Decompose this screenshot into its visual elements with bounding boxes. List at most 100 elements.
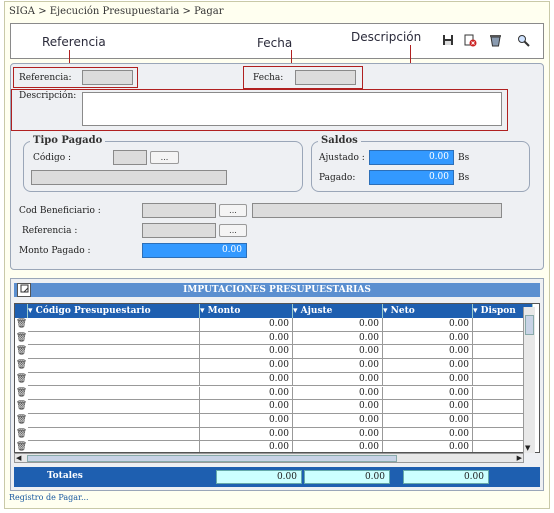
scroll-right-icon[interactable]: ▶: [517, 454, 522, 462]
grid-cell[interactable]: 0.00: [293, 427, 383, 442]
trash-icon[interactable]: 🗑: [15, 359, 28, 373]
scroll-left-icon[interactable]: ◀: [16, 454, 21, 462]
monto-pagado-label: Monto Pagado :: [19, 246, 91, 256]
pagado-value: 0.00: [369, 170, 454, 185]
codigo-lookup-button[interactable]: ...: [150, 151, 179, 164]
grid-column-label: Neto: [390, 306, 415, 316]
grid-cell[interactable]: 0.00: [293, 318, 383, 332]
grid-cell[interactable]: 0.00: [383, 345, 473, 360]
trash-icon[interactable]: 🗑: [15, 400, 28, 414]
ajustado-unit: Bs: [458, 153, 470, 163]
grid-cell[interactable]: [28, 427, 200, 442]
descripcion-textarea[interactable]: [82, 92, 502, 126]
trash-icon[interactable]: 🗑: [15, 331, 28, 346]
grid-column-label: Código Presupuestario: [35, 306, 151, 316]
trash-icon[interactable]: 🗑: [15, 318, 28, 332]
grid-cell[interactable]: 0.00: [383, 372, 473, 387]
trash-icon[interactable]: 🗑: [15, 441, 28, 452]
grid-cell[interactable]: 0.00: [200, 386, 293, 401]
scroll-down-icon[interactable]: ▼: [525, 444, 530, 452]
trash-icon[interactable]: 🗑: [15, 413, 28, 428]
trash-icon[interactable]: 🗑: [15, 386, 28, 401]
grid-cell[interactable]: 0.00: [293, 359, 383, 373]
grid-cell[interactable]: 0.00: [200, 372, 293, 387]
grid-cell[interactable]: [28, 318, 200, 332]
grid-cell[interactable]: 0.00: [200, 413, 293, 428]
grid-cell[interactable]: 0.00: [383, 318, 473, 332]
grid-cell[interactable]: 0.00: [293, 331, 383, 346]
grid-cell[interactable]: [28, 345, 200, 360]
grid-cell[interactable]: 0.00: [383, 441, 473, 452]
clear-icon[interactable]: [488, 34, 502, 48]
grid-column-header[interactable]: ▾ Monto: [200, 304, 293, 318]
grid-cell[interactable]: 0.00: [293, 441, 383, 452]
fecha-input[interactable]: [295, 70, 356, 85]
grid-cell[interactable]: 0.00: [200, 318, 293, 332]
grid-cell[interactable]: 0.00: [200, 441, 293, 452]
grid-cell[interactable]: [28, 359, 200, 373]
grid-menu-icon[interactable]: [17, 283, 31, 297]
annotation-descripcion: Descripción: [351, 30, 422, 44]
save-icon[interactable]: [441, 34, 455, 48]
codigo-input[interactable]: [113, 150, 147, 165]
grid-cell[interactable]: [28, 331, 200, 346]
grid-cell[interactable]: 0.00: [383, 359, 473, 373]
grid-column-header[interactable]: ▾ Neto: [383, 304, 473, 318]
grid-cell[interactable]: 0.00: [293, 413, 383, 428]
pagado-label: Pagado:: [319, 173, 356, 183]
ajustado-value: 0.00: [369, 150, 454, 165]
fecha-label: Fecha:: [253, 73, 284, 83]
grid-cell[interactable]: [28, 386, 200, 401]
vertical-scrollbar[interactable]: ▼: [523, 307, 535, 453]
grid-cell[interactable]: 0.00: [383, 413, 473, 428]
codigo-description-field: [31, 170, 227, 185]
cod-beneficiario-input[interactable]: [142, 203, 216, 218]
trash-icon[interactable]: 🗑: [15, 427, 28, 442]
grid-cell[interactable]: [28, 372, 200, 387]
ajustado-label: Ajustado :: [319, 153, 365, 163]
grid-cell[interactable]: 0.00: [200, 359, 293, 373]
grid-cell[interactable]: 0.00: [383, 386, 473, 401]
referencia2-input[interactable]: [142, 223, 216, 238]
delete-icon[interactable]: [463, 34, 477, 48]
horizontal-scroll-thumb[interactable]: [27, 455, 397, 462]
descripcion-label: Descripción:: [19, 91, 77, 101]
grid-cell[interactable]: 0.00: [200, 345, 293, 360]
grid-cell[interactable]: 0.00: [200, 427, 293, 442]
grid-cell[interactable]: 0.00: [293, 372, 383, 387]
beneficiario-lookup-button[interactable]: ...: [219, 204, 247, 217]
vertical-scroll-thumb[interactable]: [525, 315, 534, 335]
grid-column-label: Dispon: [480, 306, 516, 316]
grid-title: IMPUTACIONES PRESUPUESTARIAS: [14, 283, 540, 297]
breadcrumb: SIGA > Ejecución Presupuestaria > Pagar: [9, 6, 224, 17]
status-bar: Registro de Pagar...: [9, 493, 89, 502]
grid-cell[interactable]: 0.00: [383, 427, 473, 442]
grid-cell[interactable]: 0.00: [293, 386, 383, 401]
sort-arrow-icon: ▾: [293, 306, 301, 316]
grid-column-label: Monto: [207, 306, 241, 316]
grid-cell[interactable]: 0.00: [200, 400, 293, 414]
total-monto: 0.00: [216, 470, 302, 484]
grid-cell[interactable]: 0.00: [293, 400, 383, 414]
total-neto: 0.00: [403, 470, 489, 484]
pagado-unit: Bs: [458, 173, 470, 183]
referencia-input[interactable]: [82, 70, 133, 85]
grid-cell[interactable]: 0.00: [383, 400, 473, 414]
grid-cell[interactable]: 0.00: [200, 331, 293, 346]
trash-icon[interactable]: 🗑: [15, 372, 28, 387]
grid-cell[interactable]: 0.00: [383, 331, 473, 346]
grid-cell[interactable]: [28, 400, 200, 414]
horizontal-scrollbar[interactable]: ◀ ▶: [14, 453, 524, 463]
referencia-lookup-button[interactable]: ...: [219, 224, 247, 237]
grid-column-header[interactable]: ▾ Ajuste: [293, 304, 383, 318]
trash-icon[interactable]: 🗑: [15, 345, 28, 360]
search-icon[interactable]: [516, 34, 530, 48]
beneficiario-name-field: [252, 203, 502, 218]
grid-cell[interactable]: [28, 413, 200, 428]
annotation-fecha: Fecha: [257, 36, 293, 50]
grid-cell[interactable]: [28, 441, 200, 452]
grid-cell[interactable]: 0.00: [293, 345, 383, 360]
sort-arrow-icon: ▾: [473, 306, 481, 316]
grid-column-header[interactable]: ▾ Código Presupuestario: [28, 304, 200, 318]
grid-corner-header: [15, 304, 28, 318]
